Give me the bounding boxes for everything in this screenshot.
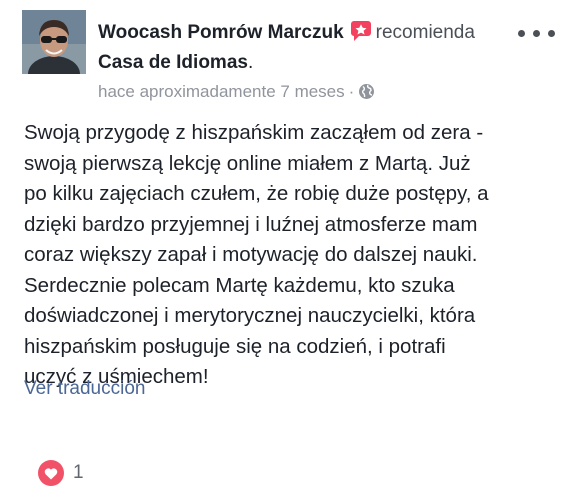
meta-separator: · (348, 82, 355, 101)
post-body-line: Swoją przygodę z hiszpańskim zacząłem od… (24, 121, 484, 144)
post-body-line: po kilku zajęciach czułem, że robię duże… (24, 182, 489, 205)
post-body-line: swoją pierwszą lekcję online miałem z Ma… (24, 151, 471, 175)
post-timestamp[interactable]: hace aproximadamente 7 meses (98, 82, 345, 101)
more-options-icon[interactable] (518, 30, 558, 40)
see-translation-link[interactable]: Ver traducción (24, 378, 145, 400)
reaction-count: 1 (73, 462, 84, 483)
author-name[interactable]: Woocash Pomrów Marczuk (98, 22, 344, 43)
reactions-summary[interactable]: 1 (38, 460, 84, 486)
post-body-line: coraz większy zapał i motywację do dalsz… (24, 243, 478, 266)
post-body: Swoją przygodę z hiszpańskim zacząłem od… (24, 118, 564, 393)
heart-icon (38, 460, 64, 486)
post-header: Woocash Pomrów Marczuk recomienda Casa d… (98, 20, 564, 106)
post-body-line: dzięki bardzo przyjemnej i luźnej atmosf… (24, 212, 478, 236)
post-body-line: Serdecznie polecam Martę każdemu, kto sz… (24, 273, 455, 297)
page-name-link[interactable]: Casa de Idiomas (98, 52, 248, 73)
post-body-line: doświadczonej i merytorycznej nauczyciel… (24, 304, 476, 327)
recommend-star-icon (350, 20, 372, 49)
avatar[interactable] (22, 10, 86, 74)
post-body-line: hiszpańskim posługuje się na codzień, i … (24, 334, 446, 358)
globe-icon[interactable] (358, 83, 375, 106)
recommend-action-text: recomienda (375, 22, 475, 43)
page-name-suffix: . (247, 52, 254, 73)
